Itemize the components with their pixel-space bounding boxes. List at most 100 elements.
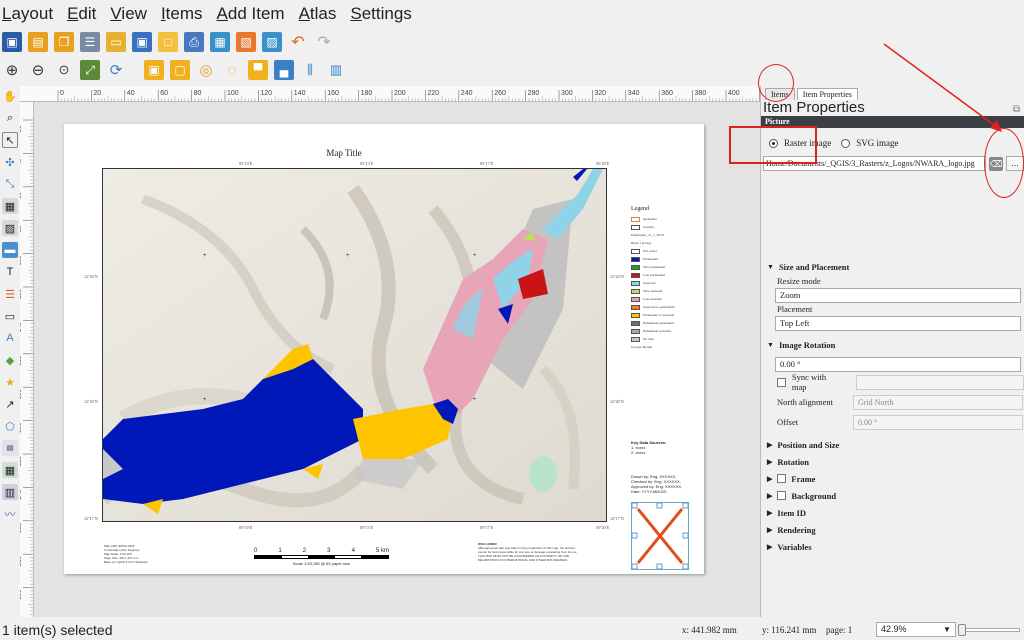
- scale-bar[interactable]: 0 1 2 3 4 5 km Scale 1:53,165 @ A3 paper…: [254, 548, 389, 566]
- selected-picture-item[interactable]: [631, 502, 689, 570]
- sync-with-map-checkbox[interactable]: [777, 377, 786, 387]
- menu-atlas[interactable]: Atlas: [299, 4, 337, 24]
- new-page-icon[interactable]: □: [158, 32, 178, 52]
- size-placement-section[interactable]: ▼ Size and Placement: [761, 259, 1024, 275]
- add-node-icon[interactable]: ⬠: [2, 418, 18, 434]
- map-title[interactable]: Map Title: [244, 148, 444, 158]
- redo-icon[interactable]: ↷: [314, 32, 334, 52]
- sync-with-map-label[interactable]: Sync with map: [792, 372, 842, 392]
- image-path-input[interactable]: Home/Documents/_QGIS/3_Rasters/z_Logos/N…: [763, 156, 987, 171]
- zoom-slider[interactable]: [960, 628, 1020, 632]
- resize-mode-select[interactable]: Zoom: [775, 288, 1021, 303]
- add-north-arrow-icon[interactable]: A: [2, 330, 18, 346]
- add-3d-map-icon[interactable]: ▨: [2, 220, 18, 236]
- crs-info[interactable]: Map CRS: EPSG:4326 Coordinate Units: Deg…: [104, 544, 148, 564]
- status-bar: 1 item(s) selected: [0, 620, 1024, 640]
- collapsed-section[interactable]: ▶ Frame: [761, 470, 1024, 487]
- add-picture-icon[interactable]: ▬: [2, 242, 18, 258]
- add-html-icon[interactable]: ▤: [2, 440, 18, 456]
- refresh-icon[interactable]: ⟳: [106, 60, 126, 80]
- collapsed-section[interactable]: ▶ Rendering: [761, 521, 1024, 538]
- zoom-full-icon[interactable]: ⤢: [80, 60, 100, 80]
- map-item[interactable]: + + + + + +: [102, 168, 607, 522]
- pan-icon[interactable]: ✋: [2, 88, 18, 104]
- north-alignment-select: Grid North: [853, 394, 1023, 410]
- zoom-100-icon[interactable]: ⊙: [54, 60, 74, 80]
- image-rotation-section[interactable]: ▼ Image Rotation: [761, 337, 1024, 353]
- new-layout-icon[interactable]: ▤: [28, 32, 48, 52]
- left-coord: 12°20´N: [84, 399, 98, 404]
- menu-items[interactable]: Items: [161, 4, 203, 24]
- menu-edit[interactable]: Edit: [67, 4, 96, 24]
- menu-view[interactable]: View: [110, 4, 147, 24]
- unlock-icon[interactable]: ▢: [170, 60, 190, 80]
- add-shape-icon[interactable]: ◆: [2, 352, 18, 368]
- disclaimer[interactable]: DISCLAIMER Although great care was taken…: [478, 542, 598, 562]
- scale-label: 0: [254, 548, 258, 554]
- add-attribute-table-icon[interactable]: ▦: [2, 462, 18, 478]
- zoom-in-icon[interactable]: ⊕: [2, 60, 22, 80]
- add-label-icon[interactable]: T: [2, 264, 18, 280]
- print-icon[interactable]: ⎙: [184, 32, 204, 52]
- menu-settings[interactable]: Settings: [350, 4, 411, 24]
- menu-layout[interactable]: Layout: [2, 4, 53, 24]
- zoom-tool-icon[interactable]: ⌕: [2, 110, 18, 126]
- collapsed-section[interactable]: ▶ Position and Size: [761, 436, 1024, 453]
- add-scalebar-icon[interactable]: ▭: [2, 308, 18, 324]
- key-data-sources[interactable]: Key Data Sources: 1. xxxxx 2. xxxxx: [631, 440, 666, 455]
- svg-image-radio[interactable]: [841, 138, 851, 148]
- offset-label: Offset: [777, 417, 799, 427]
- legend[interactable]: Legend sheltesma Country Inundation_v1_1_2…: [631, 206, 701, 351]
- duplicate-layout-icon[interactable]: ❐: [54, 32, 74, 52]
- layout-manager-icon[interactable]: ☰: [80, 32, 100, 52]
- raster-image-label[interactable]: Raster image: [784, 138, 831, 148]
- clear-path-icon[interactable]: ⌫: [989, 156, 1004, 171]
- export-image-icon[interactable]: ▦: [210, 32, 230, 52]
- sync-map-select: [856, 374, 1024, 390]
- collapsed-section[interactable]: ▶ Background: [761, 487, 1024, 504]
- add-arrow-icon[interactable]: ↗: [2, 396, 18, 412]
- layout-canvas[interactable]: Map Title 05°10´E 05°13´E 05°17´E 05°20´…: [34, 102, 760, 617]
- raster-image-radio[interactable]: [769, 138, 778, 148]
- save-icon[interactable]: ▣: [2, 32, 22, 52]
- lock-icon[interactable]: ▣: [144, 60, 164, 80]
- section-checkbox[interactable]: [777, 474, 787, 483]
- distribute-icon[interactable]: ▥: [326, 60, 346, 80]
- section-checkbox[interactable]: [777, 491, 787, 500]
- add-elevation-profile-icon[interactable]: 〰: [2, 506, 18, 522]
- collapsed-section[interactable]: ▶ Item ID: [761, 504, 1024, 521]
- collapsed-section[interactable]: ▶ Variables: [761, 538, 1024, 555]
- raise-icon[interactable]: ▀: [248, 60, 268, 80]
- collapsed-section[interactable]: ▶ Rotation: [761, 453, 1024, 470]
- section-title: Background: [791, 490, 837, 501]
- zoom-slider-handle[interactable]: [958, 624, 966, 636]
- export-pdf-icon[interactable]: ▨: [262, 32, 282, 52]
- add-legend-icon[interactable]: ☰: [2, 286, 18, 302]
- deselect-icon[interactable]: ◌: [222, 60, 242, 80]
- save-template-icon[interactable]: ▣: [132, 32, 152, 52]
- menu-add-item[interactable]: Add Item: [217, 4, 285, 24]
- export-svg-icon[interactable]: ▧: [236, 32, 256, 52]
- edit-nodes-icon[interactable]: ⤡: [2, 176, 18, 192]
- undo-icon[interactable]: ↶: [288, 32, 308, 52]
- layout-page[interactable]: Map Title 05°10´E 05°13´E 05°17´E 05°20´…: [64, 124, 704, 574]
- add-map-icon[interactable]: ▦: [2, 198, 18, 214]
- ruler-tick-label: 80: [20, 225, 23, 232]
- select-icon[interactable]: ↖: [2, 132, 18, 148]
- placement-select[interactable]: Top Left: [775, 316, 1021, 331]
- lower-icon[interactable]: ▄: [274, 60, 294, 80]
- add-marker-icon[interactable]: ★: [2, 374, 18, 390]
- align-icon[interactable]: ⫼: [300, 60, 320, 80]
- zoom-out-icon[interactable]: ⊖: [28, 60, 48, 80]
- section-title: Frame: [791, 473, 816, 484]
- add-fixed-table-icon[interactable]: ▥: [2, 484, 18, 500]
- select-all-icon[interactable]: ◎: [196, 60, 216, 80]
- open-template-icon[interactable]: ▭: [106, 32, 126, 52]
- credits-block[interactable]: Drawn by: Eng. XXXXXX, Checked by: Eng. …: [631, 474, 682, 494]
- zoom-dropdown-icon[interactable]: ▼: [940, 623, 954, 636]
- browse-button[interactable]: ...: [1006, 156, 1024, 171]
- legend-item: Seasonal to permanent: [631, 303, 701, 311]
- key-source-item: 2. xxxxx: [631, 450, 646, 455]
- rotation-spinbox[interactable]: 0.00 °: [775, 357, 1021, 372]
- move-content-icon[interactable]: ✣: [2, 154, 18, 170]
